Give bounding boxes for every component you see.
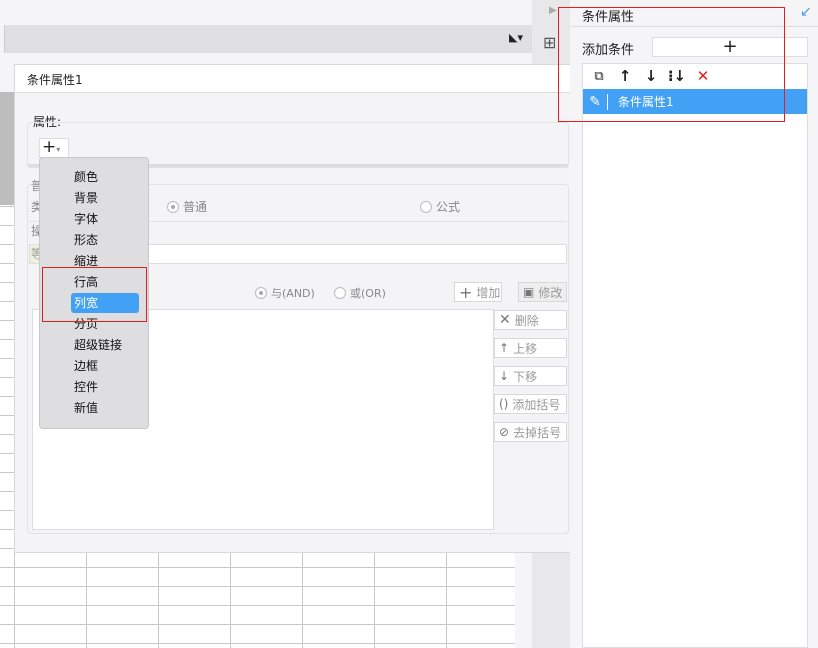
menu-item-indent[interactable]: 缩进 (74, 251, 98, 271)
list-item-label: 条件属性1 (618, 95, 674, 109)
menu-item-column-width[interactable]: 列宽 (71, 293, 139, 313)
format-dropdown-icon[interactable]: ◣▾ (509, 31, 523, 44)
top-bar (0, 0, 530, 25)
menu-item-hyperlink[interactable]: 超级链接 (74, 335, 122, 355)
move-bottom-icon[interactable]: ⁝↓ (665, 64, 689, 88)
delete-icon[interactable]: ✕ (691, 64, 715, 88)
condition-list-box: ⧉ ↑ ↓ ⁝↓ ✕ ✎ 条件属性1 (582, 63, 808, 648)
menu-item-row-height[interactable]: 行高 (74, 272, 98, 292)
add-condition-button[interactable]: + (652, 37, 808, 57)
expand-arrow-icon[interactable]: ▶ (549, 5, 557, 16)
attr-dropdown-menu: 颜色 背景 字体 形态 缩进 行高 列宽 分页 超级链接 边框 控件 新值 (39, 157, 149, 429)
add-attr-button[interactable]: +▾ (39, 138, 69, 158)
modify-button[interactable]: ▣ 修改 (518, 282, 567, 302)
add-paren-button[interactable]: () 添加括号 (494, 394, 567, 414)
radio-and[interactable]: 与(AND) (255, 285, 315, 301)
edit-pencil-icon[interactable]: ✎ (583, 93, 608, 110)
remove-paren-button[interactable]: ⊘ 去掉括号 (494, 422, 567, 442)
add-condition-label: 添加条件 (582, 43, 635, 58)
move-up-button[interactable]: ↑ 上移 (494, 338, 567, 358)
menu-item-style[interactable]: 形态 (74, 230, 98, 250)
list-item[interactable]: ✎ 条件属性1 (583, 89, 807, 114)
radio-formula[interactable]: 公式 (420, 198, 460, 215)
dialog-title: 条件属性1 (15, 65, 582, 93)
right-panel: 条件属性 ↙ 添加条件 + ⧉ ↑ ↓ ⁝↓ ✕ ✎ 条件属性1 (570, 0, 818, 648)
collapse-arrow-icon[interactable]: ↙ (800, 4, 812, 20)
layout-icon[interactable]: ⊞ (543, 33, 556, 52)
menu-item-page-break[interactable]: 分页 (74, 314, 98, 334)
menu-item-font[interactable]: 字体 (74, 209, 98, 229)
delete-button[interactable]: ✕ 删除 (494, 310, 567, 330)
move-down-button[interactable]: ↓ 下移 (494, 366, 567, 386)
radio-normal[interactable]: 普通 (167, 198, 207, 215)
copy-icon[interactable]: ⧉ (587, 64, 611, 88)
row-header (0, 92, 14, 205)
add-button[interactable]: + 增加 (454, 282, 502, 302)
toolbar-band: ◣▾ (4, 25, 532, 53)
move-down-icon[interactable]: ↓ (639, 64, 663, 88)
menu-item-border[interactable]: 边框 (74, 356, 98, 376)
menu-item-widget[interactable]: 控件 (74, 377, 98, 397)
menu-item-background[interactable]: 背景 (74, 188, 98, 208)
radio-or[interactable]: 或(OR) (334, 285, 386, 301)
move-up-icon[interactable]: ↑ (613, 64, 637, 88)
list-toolbar: ⧉ ↑ ↓ ⁝↓ ✕ (587, 64, 715, 88)
menu-item-color[interactable]: 颜色 (74, 167, 98, 187)
panel-title: 条件属性 (582, 10, 635, 25)
menu-item-new-value[interactable]: 新值 (74, 398, 98, 418)
